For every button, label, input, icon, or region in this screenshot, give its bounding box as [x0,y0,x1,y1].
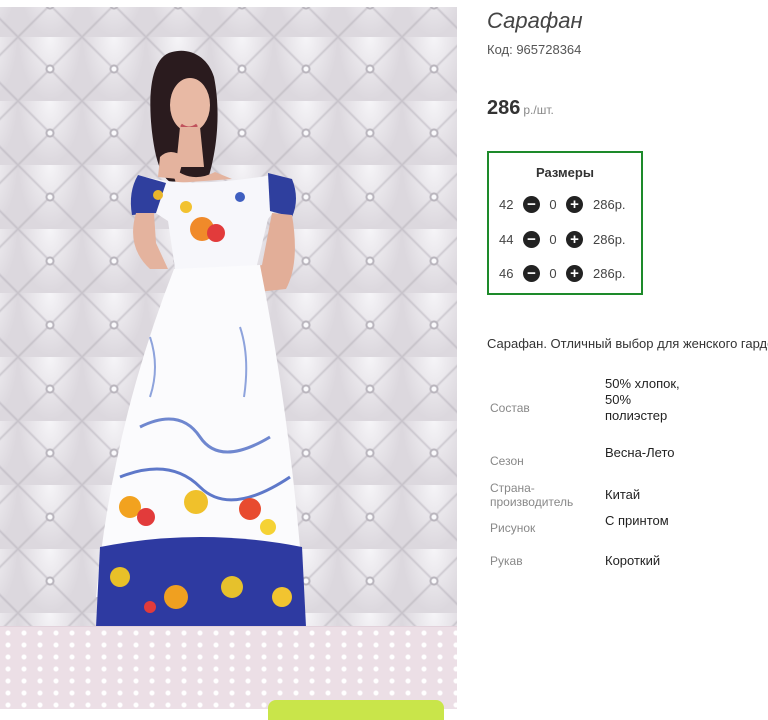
minus-circle-icon[interactable]: − [523,230,540,248]
product-title: Сарафан [487,8,583,33]
property-label: Сезон [490,454,524,468]
property-label: Страна-производитель [490,481,574,509]
property-label: Рукав [490,554,523,568]
property-value: 50% хлопок, 50% полиэстер [605,376,680,423]
sizes-heading: Размеры [536,165,594,180]
property-label: Состав [490,401,530,415]
property-value: Весна-Лето [605,445,675,460]
property-value: С принтом [605,513,669,528]
size-price: 286р. [593,196,626,212]
size-number: 44 [499,231,514,247]
size-price: 286р. [593,231,626,247]
minus-circle-icon[interactable]: − [523,195,540,213]
size-row: 46 − 0 + 286р. [499,264,626,282]
plus-circle-icon[interactable]: + [566,230,583,248]
product-description: Сарафан. Отличный выбор для женского гар… [487,336,768,351]
size-quantity[interactable]: 0 [540,266,566,281]
size-row: 42 − 0 + 286р. [499,195,626,213]
sizes-box: Размеры 42 − 0 + 286р. 44 − 0 + 286р. 46… [487,151,643,295]
size-price: 286р. [593,265,626,281]
model-in-dress-image [96,50,306,705]
property-value: Короткий [605,553,661,568]
size-row: 44 − 0 + 286р. [499,230,626,248]
plus-circle-icon[interactable]: + [566,195,583,213]
price-amount: 286 [487,97,521,119]
size-quantity[interactable]: 0 [540,232,566,247]
property-label: Рисунок [490,521,536,535]
plus-circle-icon[interactable]: + [566,264,583,282]
size-number: 46 [499,265,514,281]
product-photo[interactable] [0,7,457,709]
minus-circle-icon[interactable]: − [523,264,540,282]
property-value: Китай [605,487,641,502]
product-code: Код: 965728364 [487,42,582,57]
add-to-cart-button[interactable] [268,700,444,720]
product-price: 286 р./шт. [487,97,554,120]
size-quantity[interactable]: 0 [540,197,566,212]
floor [0,626,457,709]
size-number: 42 [499,196,514,212]
price-unit: р./шт. [523,103,554,117]
